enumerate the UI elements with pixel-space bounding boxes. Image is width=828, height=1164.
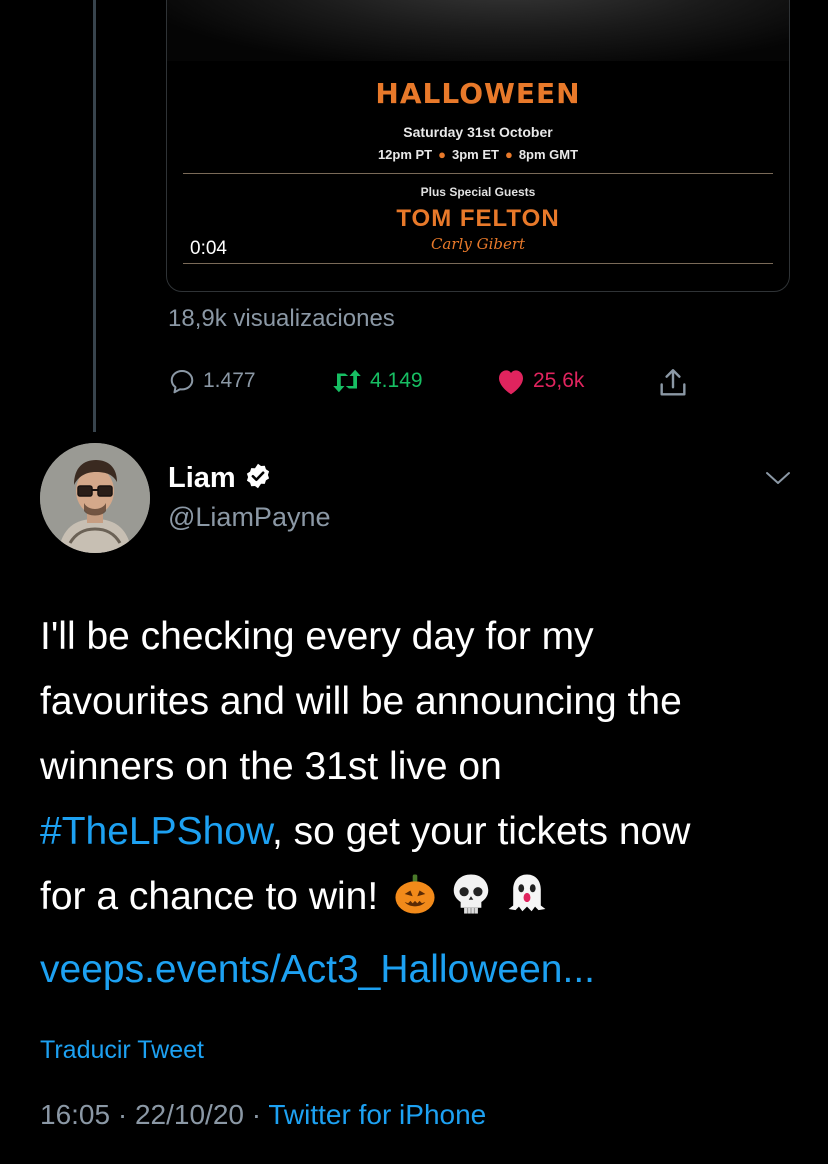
video-timestamp: 0:04 xyxy=(181,235,236,263)
reply-button[interactable]: 1.477 xyxy=(167,366,256,396)
emoji-group xyxy=(392,871,550,937)
heart-icon xyxy=(495,366,527,396)
tweet-line: I'll be checking every day for my xyxy=(40,615,594,658)
video-player[interactable]: HALLOWEEN Saturday 31st October 12pm PT ●… xyxy=(166,0,790,292)
poster-divider xyxy=(183,173,773,174)
poster-image xyxy=(167,0,789,61)
reply-count: 1.477 xyxy=(203,369,256,392)
poster-guest-main: TOM FELTON xyxy=(396,205,560,232)
retweet-button[interactable]: 4.149 xyxy=(328,366,423,396)
view-count: 18,9k visualizaciones xyxy=(168,305,395,332)
poster-guest-second: Carly Gibert xyxy=(430,235,526,253)
skull-emoji xyxy=(448,871,494,937)
tweet-action-bar: 1.477 4.149 25,6k xyxy=(0,366,828,402)
tweet-line: winners on the 31st live on xyxy=(40,745,502,788)
retweet-count: 4.149 xyxy=(370,369,423,392)
chevron-down-icon[interactable] xyxy=(764,468,792,493)
like-button[interactable]: 25,6k xyxy=(495,366,584,396)
tweet-line: favourites and will be announcing the xyxy=(40,680,682,723)
retweet-icon xyxy=(328,366,366,396)
author-name[interactable]: Liam xyxy=(168,462,236,495)
verified-badge-icon xyxy=(244,462,272,495)
tweet-body: I'll be checking every day for my favour… xyxy=(40,604,800,1002)
tweet-line-rest: , so get your tickets now xyxy=(272,810,691,853)
tweet-metadata: 16:05 · 22/10/20 · Twitter for iPhone xyxy=(40,1099,486,1131)
avatar[interactable] xyxy=(40,443,150,553)
tweet-line: for a chance to win! xyxy=(40,864,800,937)
video-progress-bar[interactable] xyxy=(183,263,773,264)
poster-time-pt: 12pm PT xyxy=(377,147,433,162)
poster-time-gmt: 8pm GMT xyxy=(518,147,579,162)
tweet-line-text: for a chance to win! xyxy=(40,875,379,918)
tweet-date[interactable]: 22/10/20 xyxy=(135,1099,244,1130)
pumpkin-separator-icon: ● xyxy=(504,147,513,162)
share-button[interactable] xyxy=(656,366,690,400)
author-name-row[interactable]: Liam xyxy=(168,462,272,495)
poster-guests-label: Plus Special Guests xyxy=(420,185,536,199)
meta-separator: · xyxy=(243,1099,269,1130)
author-handle[interactable]: @LiamPayne xyxy=(168,502,331,533)
tweet-line: veeps.events/Act3_Halloween... xyxy=(40,937,800,1002)
reply-icon xyxy=(167,366,197,396)
like-count: 25,6k xyxy=(533,369,585,392)
url-link[interactable]: veeps.events/Act3_Halloween... xyxy=(40,948,595,991)
tweet-source-link[interactable]: Twitter for iPhone xyxy=(268,1099,486,1130)
pumpkin-separator-icon: ● xyxy=(438,147,446,162)
translate-tweet-link[interactable]: Traducir Tweet xyxy=(40,1036,204,1065)
hashtag-link[interactable]: #TheLPShow xyxy=(40,810,272,853)
pumpkin-emoji xyxy=(392,871,438,937)
tweet-time[interactable]: 16:05 xyxy=(40,1099,110,1130)
poster-date: Saturday 31st October xyxy=(403,124,553,140)
tweet-line: #TheLPShow, so get your tickets now xyxy=(40,799,800,864)
meta-separator: · xyxy=(110,1099,135,1130)
share-icon xyxy=(656,366,690,400)
ghost-emoji xyxy=(504,871,550,937)
poster-title: HALLOWEEN xyxy=(375,77,581,110)
poster-times: 12pm PT ● 3pm ET ● 8pm GMT xyxy=(167,147,789,162)
poster-time-et: 3pm ET xyxy=(451,147,499,162)
